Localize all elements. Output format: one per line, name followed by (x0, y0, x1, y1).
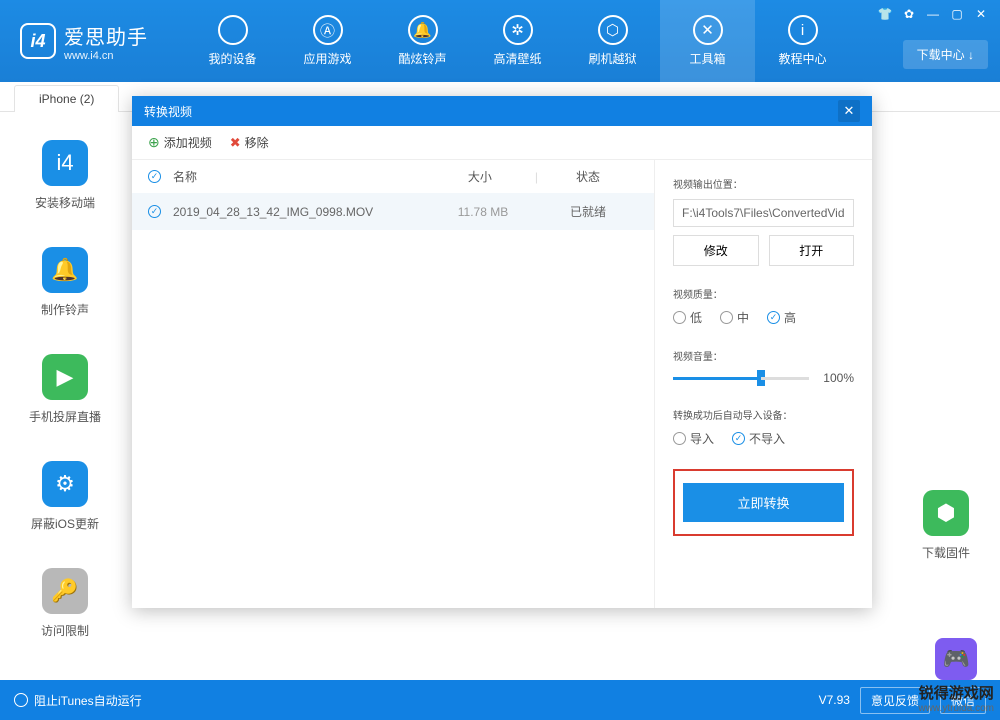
cube-icon: ⬢ (923, 490, 969, 536)
list-header: 名称 大小| 状态 (132, 160, 654, 193)
import-label: 转换成功后自动导入设备： (673, 407, 854, 422)
quality-high[interactable]: 高 (767, 309, 796, 326)
remove-button[interactable]: ✖移除 (230, 134, 269, 151)
gear-icon[interactable]: ✿ (900, 6, 918, 22)
nav-icon (218, 15, 248, 45)
nav-item-4[interactable]: ⬡刷机越狱 (565, 0, 660, 82)
output-path-label: 视频输出位置： (673, 176, 854, 191)
nav-item-0[interactable]: 我的设备 (185, 0, 280, 82)
quality-mid[interactable]: 中 (720, 309, 749, 326)
nav-item-5[interactable]: ✕工具箱 (660, 0, 755, 82)
plus-icon: ⊕ (148, 134, 160, 151)
minimize-icon[interactable]: — (924, 6, 942, 22)
col-status: 状态 (538, 168, 638, 185)
app-logo: i4 爱思助手 www.i4.cn (0, 21, 185, 62)
convert-highlight: 立即转换 (673, 469, 854, 536)
select-all-checkbox[interactable] (148, 170, 161, 183)
close-icon[interactable]: ✕ (972, 6, 990, 22)
remove-icon: ✖ (230, 135, 241, 151)
open-button[interactable]: 打开 (769, 235, 855, 266)
col-name: 名称 (173, 168, 425, 185)
brand-name: 爱思助手 (64, 21, 148, 50)
volume-value: 100% (823, 371, 854, 385)
row-checkbox[interactable] (148, 205, 161, 218)
download-firmware-label: 下载固件 (922, 544, 970, 561)
convert-now-button[interactable]: 立即转换 (683, 483, 844, 522)
tool-item-3[interactable]: ⚙屏蔽iOS更新 (0, 461, 130, 532)
col-size: 大小 (425, 168, 535, 185)
tool-icon: 🔔 (42, 247, 88, 293)
tool-item-2[interactable]: ▶手机投屏直播 (0, 354, 130, 425)
tool-icon: ▶ (42, 354, 88, 400)
quality-low[interactable]: 低 (673, 309, 702, 326)
convert-video-dialog: 转换视频 ✕ ⊕添加视频 ✖移除 名称 大小| 状态 2019_04_28_13… (132, 96, 872, 608)
nav-item-6[interactable]: i教程中心 (755, 0, 850, 82)
feedback-button[interactable]: 意见反馈 (860, 687, 930, 714)
tool-icon: ⚙ (42, 461, 88, 507)
row-filename: 2019_04_28_13_42_IMG_0998.MOV (173, 205, 428, 219)
output-path-field[interactable] (673, 199, 854, 227)
logo-icon: i4 (20, 23, 56, 59)
wechat-button[interactable]: 微信 (940, 687, 986, 714)
tool-item-0[interactable]: i4安装移动端 (0, 140, 130, 211)
tshirt-icon[interactable]: 👕 (876, 6, 894, 22)
brand-url: www.i4.cn (64, 50, 148, 62)
nav-item-2[interactable]: 🔔酷炫铃声 (375, 0, 470, 82)
nav-icon: ✲ (503, 15, 533, 45)
row-status: 已就绪 (538, 203, 638, 220)
nav-icon: 🔔 (408, 15, 438, 45)
block-itunes-toggle[interactable]: 阻止iTunes自动运行 (14, 692, 142, 709)
modify-button[interactable]: 修改 (673, 235, 759, 266)
device-tab[interactable]: iPhone (2) (14, 85, 119, 112)
tool-icon: 🔑 (42, 568, 88, 614)
quality-label: 视频质量： (673, 286, 854, 301)
version-label: V7.93 (819, 693, 850, 707)
volume-label: 视频音量： (673, 348, 854, 363)
dialog-title: 转换视频 (144, 103, 192, 120)
nav-icon: ⬡ (598, 15, 628, 45)
download-firmware[interactable]: ⬢ 下载固件 (922, 490, 970, 561)
volume-slider[interactable] (673, 377, 761, 380)
nav-icon: i (788, 15, 818, 45)
download-center-button[interactable]: 下载中心 ↓ (903, 40, 988, 69)
nav-item-1[interactable]: Ⓐ应用游戏 (280, 0, 375, 82)
tool-item-1[interactable]: 🔔制作铃声 (0, 247, 130, 318)
window-controls: 👕 ✿ — ▢ ✕ (876, 6, 990, 22)
circle-icon (14, 693, 28, 707)
nav-icon: Ⓐ (313, 15, 343, 45)
maximize-icon[interactable]: ▢ (948, 6, 966, 22)
video-row[interactable]: 2019_04_28_13_42_IMG_0998.MOV 11.78 MB 已… (132, 193, 654, 230)
dialog-close-button[interactable]: ✕ (838, 100, 860, 122)
nav-icon: ✕ (693, 15, 723, 45)
tool-item-4[interactable]: 🔑访问限制 (0, 568, 130, 639)
nav-item-3[interactable]: ✲高清壁纸 (470, 0, 565, 82)
tool-icon: i4 (42, 140, 88, 186)
row-size: 11.78 MB (428, 205, 538, 219)
import-no[interactable]: 不导入 (732, 430, 785, 447)
import-yes[interactable]: 导入 (673, 430, 714, 447)
add-video-button[interactable]: ⊕添加视频 (148, 134, 212, 151)
